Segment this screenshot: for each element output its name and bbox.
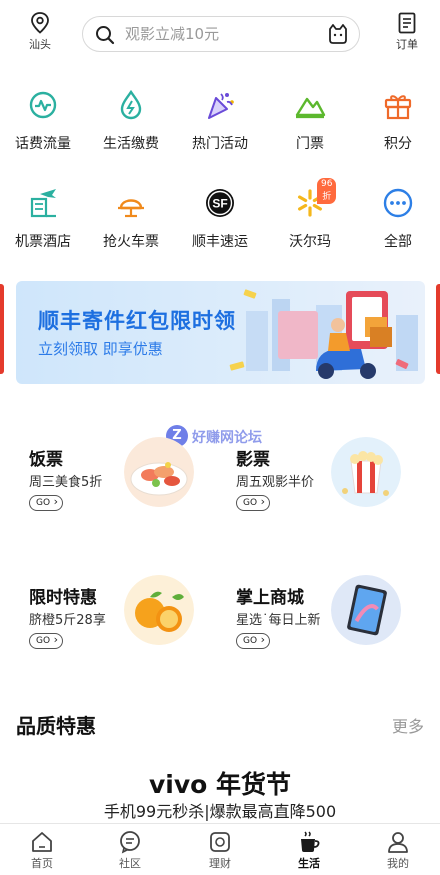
promo-mall[interactable]: 掌上商城 星选˙每日上新 GO [236,575,436,665]
promo-title: 限时特惠 [29,588,97,608]
promo-title: 掌上商城 [236,588,304,608]
service-train[interactable]: 抢火车票 [91,186,171,251]
search-icon [96,26,115,45]
search-bar[interactable] [82,16,360,52]
go-button[interactable]: GO [29,495,63,511]
sf-express-icon: SF [203,186,237,220]
popcorn-image [331,437,401,507]
tab-finance[interactable]: 理财 [190,830,250,871]
orders-button[interactable]: 订单 [392,12,422,52]
promo-subtitle: 周三美食5折 [29,475,103,490]
tab-community[interactable]: 社区 [100,830,160,871]
go-button[interactable]: GO [29,633,63,649]
feature-subtitle: 手机99元秒杀|爆款最高直降500 [103,802,337,821]
train-icon [114,186,148,220]
promo-banner[interactable]: 顺丰寄件红包限时领 立刻领取 即享优惠 [16,281,425,384]
promo-title: 饭票 [29,450,63,470]
party-popper-icon [203,88,237,122]
promo-limited-deal[interactable]: 限时特惠 脐橙5斤28享 GO [29,575,229,665]
go-button[interactable]: GO [236,495,270,511]
service-utility[interactable]: 生活缴费 [91,88,171,153]
flight-hotel-icon [26,186,60,220]
tab-label: 我的 [387,857,409,870]
tab-label: 首页 [31,857,53,870]
service-label: 生活缴费 [103,136,159,152]
gift-icon [381,88,415,122]
finance-icon [210,832,230,852]
location-pin-icon [31,12,49,34]
service-label: 机票酒店 [15,234,71,250]
promo-meal-ticket[interactable]: 饭票 周三美食5折 GO [29,437,229,527]
location-label: 汕头 [29,38,51,51]
walmart-spark-icon: 96折 [293,178,337,220]
service-row: 话费流量 生活缴费 热门活动 门票 积分 [0,88,440,168]
promo-subtitle: 脐橙5斤28享 [29,613,106,628]
tab-home[interactable]: 首页 [12,830,72,871]
banner-subtitle: 立刻领取 即享优惠 [38,340,163,358]
carousel-peek-left[interactable] [0,284,4,374]
search-input[interactable] [125,23,315,45]
section-title: 品质特惠 [16,714,96,738]
service-label: 顺丰速运 [192,234,248,250]
go-button[interactable]: GO [236,633,270,649]
carousel-peek-right[interactable] [436,284,440,374]
service-all[interactable]: 全部 [358,186,438,251]
service-walmart[interactable]: 96折 沃尔玛 [270,178,350,251]
svg-text:SF: SF [212,197,227,211]
scan-cat-icon[interactable] [327,23,349,45]
service-tickets[interactable]: 门票 [270,88,350,153]
promo-movie-ticket[interactable]: 影票 周五观影半价 GO [236,437,436,527]
orders-label: 订单 [396,38,418,51]
tab-profile[interactable]: 我的 [368,830,428,871]
section-more-link[interactable]: 更多 [392,713,424,737]
service-label: 全部 [384,234,412,250]
service-label: 沃尔玛 [289,234,331,250]
tab-label: 理财 [209,857,231,870]
mountain-ticket-icon [293,88,327,122]
promo-title: 影票 [236,450,270,470]
discount-badge: 96折 [317,178,337,204]
location-selector[interactable]: 汕头 [18,12,62,52]
phone-bill-icon [26,88,60,122]
service-hot-events[interactable]: 热门活动 [180,88,260,153]
service-label: 门票 [296,136,324,152]
service-label: 热门活动 [192,136,248,152]
profile-icon [388,832,408,853]
service-sf-express[interactable]: SF 顺丰速运 [180,186,260,251]
top-bar: 汕头 订单 [0,0,440,70]
more-dots-icon [381,186,415,220]
service-label: 话费流量 [15,136,71,152]
feature-title[interactable]: vivo 年货节 [0,765,440,801]
service-phone-bill[interactable]: 话费流量 [3,88,83,153]
promo-subtitle: 星选˙每日上新 [236,613,321,628]
bottom-tab-bar: 首页 社区 理财 生活 我的 [0,823,440,875]
promo-subtitle: 周五观影半价 [236,475,315,490]
tab-life[interactable]: 生活 [279,830,339,871]
service-row: 机票酒店 抢火车票 SF 顺丰速运 96折 沃尔玛 全部 [0,178,440,266]
tablet-image [331,575,401,645]
banner-title: 顺丰寄件红包限时领 [38,309,236,333]
life-cup-icon [301,831,320,852]
service-flight-hotel[interactable]: 机票酒店 [3,186,83,251]
order-list-icon [398,12,416,34]
food-plate-image [124,437,194,507]
service-label: 抢火车票 [103,234,159,250]
tab-label: 生活 [298,857,320,870]
service-points[interactable]: 积分 [358,88,438,153]
tab-label: 社区 [119,857,141,870]
home-icon [32,832,52,852]
orange-fruit-image [124,575,194,645]
community-chat-icon [120,831,140,854]
utility-drop-icon [114,88,148,122]
service-label: 积分 [384,136,412,152]
